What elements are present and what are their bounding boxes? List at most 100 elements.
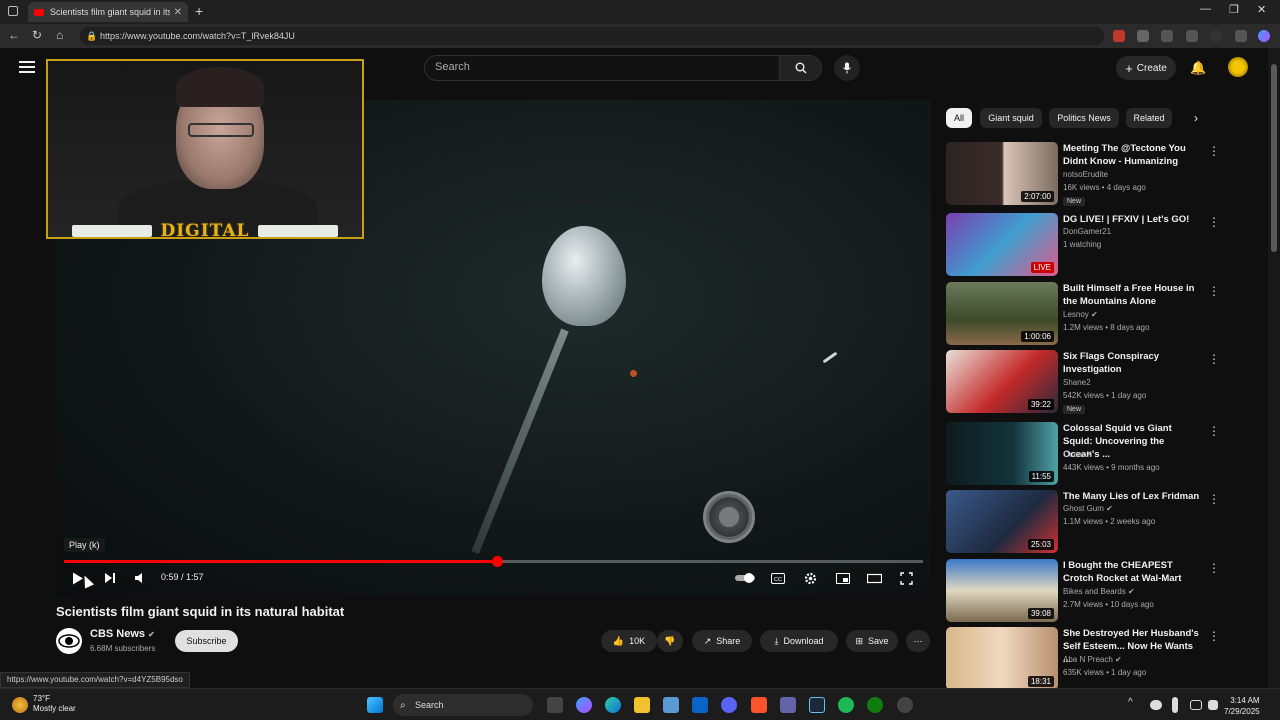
chip-related[interactable]: Related [1126,108,1172,128]
recommendation-channel[interactable]: OceanX [1063,450,1092,459]
recommendation-thumbnail[interactable]: 18:31 [946,627,1058,690]
weather-widget[interactable]: 73°F Mostly clear [33,694,76,714]
theater-button[interactable] [867,570,882,586]
settings-button[interactable] [804,570,817,586]
minimize-icon[interactable]: — [1200,3,1211,15]
brave-icon[interactable] [751,697,767,713]
xbox-icon[interactable] [867,697,883,713]
recommendation-item[interactable]: 18:31 She Destroyed Her Husband's Self Es… [946,627,1236,691]
recommendation-channel[interactable]: Aba N Preach ✔ [1063,655,1122,664]
more-icon[interactable]: ⋮ [1208,561,1220,575]
extension-icon[interactable] [1113,30,1125,42]
chip-giant-squid[interactable]: Giant squid [980,108,1042,128]
more-icon[interactable]: ⋮ [1208,215,1220,229]
recommendation-title[interactable]: The Many Lies of Lex Fridman [1063,490,1203,503]
app-icon[interactable] [897,697,913,713]
back-icon[interactable]: ← [8,28,20,42]
recommendation-thumbnail[interactable]: LIVE [946,213,1058,276]
recommendation-title[interactable]: I Bought the CHEAPEST Crotch Rocket at W… [1063,559,1203,585]
recommendation-channel[interactable]: DonGamer21 [1063,227,1111,236]
taskbar-search[interactable]: ⌕ Search [393,694,533,716]
weather-icon[interactable] [12,697,28,713]
recommendation-item[interactable]: 11:55 Colossal Squid vs Giant Squid: Unco… [946,422,1236,486]
scrubber-handle[interactable] [491,556,503,567]
recommendation-item[interactable]: 39:22 Six Flags Conspiracy Investigation S… [946,350,1236,414]
close-window-icon[interactable]: ✕ [1257,3,1266,16]
onedrive-icon[interactable] [1150,700,1162,710]
recommendation-thumbnail[interactable]: 25:03 [946,490,1058,553]
recommendation-thumbnail[interactable]: 39:22 [946,350,1058,413]
recommendation-thumbnail[interactable]: 2:07:00 [946,142,1058,205]
captions-button[interactable]: CC [771,570,785,586]
recommendation-item[interactable]: 1:00:06 Built Himself a Free House in the… [946,282,1236,346]
page-scrollbar[interactable] [1268,48,1280,688]
copilot-icon[interactable] [576,697,592,713]
recommendation-channel[interactable]: notsoErudite [1063,170,1108,179]
recommendation-title[interactable]: Built Himself a Free House in the Mounta… [1063,282,1203,308]
recommendation-item[interactable]: LIVE DG LIVE! | FFXIV | Let's GO! DonGamer… [946,213,1236,277]
dislike-button[interactable]: 👎 [657,630,683,652]
recommendation-thumbnail[interactable]: 39:08 [946,559,1058,622]
more-icon[interactable]: ⋮ [1208,424,1220,438]
refresh-icon[interactable]: ↻ [32,28,42,42]
create-button[interactable]: + Create [1116,56,1176,80]
fullscreen-button[interactable] [900,570,913,586]
download-button[interactable]: ⤓ Download [760,630,838,652]
channel-avatar[interactable] [56,628,82,654]
recommendation-channel[interactable]: Lesnoy ✔ [1063,310,1098,319]
recommendation-item[interactable]: 25:03 The Many Lies of Lex Fridman Ghost G… [946,490,1236,554]
extension-icon[interactable] [1137,30,1149,42]
recommendation-item[interactable]: 39:08 I Bought the CHEAPEST Crotch Rocket… [946,559,1236,623]
like-button[interactable]: 👍 10K [601,630,657,652]
search-input[interactable]: Search [435,61,470,73]
browser-menu-icon[interactable] [1235,30,1247,42]
close-tab-icon[interactable]: ✕ [174,7,182,18]
recommendation-title[interactable]: Meeting The @Tectone You Didnt Know - Hu… [1063,142,1203,168]
avatar[interactable] [1228,57,1248,77]
volume-tray-icon[interactable] [1208,700,1218,710]
channel-name[interactable]: CBS News ✔ [90,628,155,640]
recommendation-title[interactable]: DG LIVE! | FFXIV | Let's GO! [1063,213,1203,226]
recommendation-channel[interactable]: Ghost Gum ✔ [1063,504,1113,513]
profile-icon[interactable] [1210,30,1222,42]
recommendation-title[interactable]: Six Flags Conspiracy Investigation [1063,350,1203,376]
teams-icon[interactable] [780,697,796,713]
microphone-tray-icon[interactable] [1172,697,1178,713]
recommendation-thumbnail[interactable]: 11:55 [946,422,1058,485]
bell-icon[interactable]: 🔔 [1190,60,1206,76]
chip-all[interactable]: All [946,108,972,128]
chip-politics-news[interactable]: Politics News [1049,108,1119,128]
more-icon[interactable]: ⋮ [1208,352,1220,366]
search-box[interactable]: Search [424,55,822,81]
share-button[interactable]: ↗ Share [692,630,752,652]
more-icon[interactable]: ⋮ [1208,284,1220,298]
more-icon[interactable]: ⋮ [1208,144,1220,158]
browser-tab[interactable]: Scientists film giant squid in its natur… [28,2,188,22]
more-icon[interactable]: ⋮ [1208,629,1220,643]
recommendation-channel[interactable]: Shane2 [1063,378,1091,387]
spotify-icon[interactable] [838,697,854,713]
tray-overflow-icon[interactable]: ^ [1128,697,1138,713]
scrollbar-thumb[interactable] [1271,64,1277,252]
next-button[interactable] [104,570,116,586]
recommendation-channel[interactable]: Bikes and Beards ✔ [1063,587,1135,596]
miniplayer-button[interactable] [836,570,850,586]
task-view-icon[interactable] [547,697,563,713]
recommendation-item[interactable]: 2:07:00 Meeting The @Tectone You Didnt Kn… [946,142,1236,206]
copilot-icon[interactable] [1258,30,1270,42]
store-icon[interactable] [663,697,679,713]
search-button[interactable] [779,56,821,80]
more-icon[interactable]: ⋮ [1208,492,1220,506]
save-button[interactable]: ⊞ Save [846,630,898,652]
home-icon[interactable]: ⌂ [56,28,63,42]
more-actions-button[interactable]: ⋯ [906,630,930,652]
discord-icon[interactable] [721,697,737,713]
progress-bar[interactable] [64,556,923,567]
file-explorer-icon[interactable] [634,697,650,713]
new-tab-button[interactable]: + [195,3,203,19]
restore-icon[interactable]: ❐ [1229,3,1239,16]
volume-button[interactable] [134,570,146,586]
outlook-icon[interactable] [692,697,708,713]
taskbar-clock[interactable]: 3:14 AM 7/29/2025 [1224,695,1260,717]
tab-actions-icon[interactable] [8,6,18,16]
